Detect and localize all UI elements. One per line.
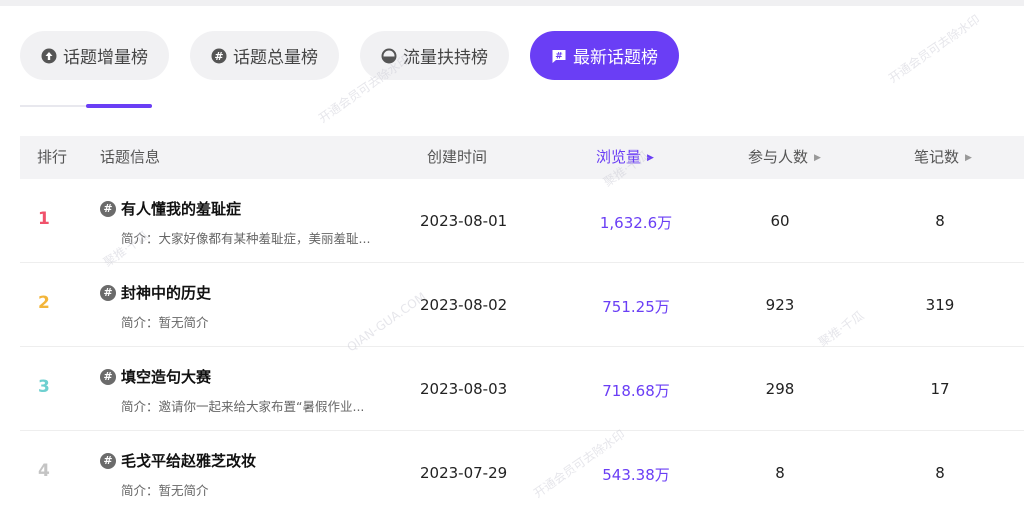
- participant-count: 8: [775, 464, 785, 482]
- view-count: 718.68万: [602, 382, 670, 400]
- hash-icon: #: [100, 452, 116, 469]
- created-date: 2023-08-02: [420, 296, 508, 314]
- note-count: 8: [935, 212, 945, 230]
- tab-label: 话题总量榜: [233, 48, 318, 68]
- participant-count: 60: [770, 212, 790, 230]
- header-notes[interactable]: 笔记数 ▶: [914, 136, 972, 179]
- header-views[interactable]: 浏览量 ▶: [596, 136, 654, 179]
- topic-title[interactable]: # 毛戈平给赵雅芝改妆: [100, 450, 256, 471]
- watermark-vip: 开通会员可去除水印: [886, 12, 983, 86]
- participant-count: 923: [765, 296, 795, 314]
- created-date: 2023-07-29: [420, 464, 508, 482]
- tab-topic-increment[interactable]: 话题增量榜: [20, 31, 169, 80]
- svg-text:#: #: [214, 50, 223, 63]
- view-count: 1,632.6万: [599, 214, 673, 232]
- tab-label: 流量扶持榜: [403, 48, 488, 68]
- tab-label: 最新话题榜: [573, 48, 658, 68]
- tab-traffic-support[interactable]: 流量扶持榜: [360, 31, 509, 80]
- note-count: 319: [925, 296, 955, 314]
- sort-arrow-icon: ▶: [647, 153, 654, 163]
- tab-label: 话题增量榜: [63, 48, 148, 68]
- header-created-time: 创建时间: [427, 148, 488, 166]
- hash-circle-icon: #: [211, 48, 227, 64]
- sort-arrow-icon: ▶: [814, 153, 821, 163]
- sort-arrow-icon: ▶: [965, 153, 972, 163]
- hash-icon: #: [100, 368, 116, 385]
- topic-title[interactable]: # 封神中的历史: [100, 282, 211, 303]
- topic-title-text: 有人懂我的羞耻症: [121, 200, 242, 218]
- rank-number: 1: [38, 209, 50, 229]
- hash-icon: #: [100, 284, 116, 301]
- topic-title-text: 填空造句大赛: [121, 368, 212, 386]
- topic-title-text: 封神中的历史: [121, 284, 212, 302]
- rank-number: 4: [38, 461, 50, 481]
- created-date: 2023-08-01: [420, 212, 508, 230]
- arrow-up-circle-icon: [41, 48, 57, 64]
- topic-description: 简介：暂无简介: [121, 315, 209, 330]
- topic-title[interactable]: # 填空造句大赛: [100, 366, 211, 387]
- ranking-tabs: 话题增量榜 # 话题总量榜 流量扶持榜 # 最新话题榜: [20, 31, 700, 80]
- rank-number: 2: [38, 293, 50, 313]
- tab-underline-active: [86, 104, 152, 108]
- table-row[interactable]: 3 # 填空造句大赛 简介：邀请你一起来给大家布置“暑假作业... 2023-08…: [20, 347, 1024, 431]
- topic-description: 简介：暂无简介: [121, 483, 209, 498]
- header-participants-label: 参与人数: [748, 148, 809, 166]
- note-count: 8: [935, 464, 945, 482]
- header-rank: 排行: [37, 148, 68, 166]
- table-header: 排行 话题信息 创建时间 浏览量 ▶ 参与人数 ▶ 笔记数 ▶: [20, 136, 1024, 179]
- table-row[interactable]: 2 # 封神中的历史 简介：暂无简介 2023-08-02 751.25万 923…: [20, 263, 1024, 347]
- header-notes-label: 笔记数: [914, 148, 960, 166]
- view-count: 751.25万: [602, 298, 670, 316]
- created-date: 2023-08-03: [420, 380, 508, 398]
- chat-hash-icon: #: [551, 48, 567, 64]
- table-row[interactable]: 1 # 有人懂我的羞耻症 简介：大家好像都有某种羞耻症，美丽羞耻... 2023-…: [20, 179, 1024, 263]
- view-count: 543.38万: [602, 466, 670, 484]
- tab-latest-topic[interactable]: # 最新话题榜: [530, 31, 679, 80]
- participant-count: 298: [765, 380, 795, 398]
- tab-topic-total[interactable]: # 话题总量榜: [190, 31, 339, 80]
- topic-title[interactable]: # 有人懂我的羞耻症: [100, 198, 241, 219]
- svg-text:#: #: [555, 51, 563, 61]
- topic-title-text: 毛戈平给赵雅芝改妆: [121, 452, 257, 470]
- table-row[interactable]: 4 # 毛戈平给赵雅芝改妆 简介：暂无简介 2023-07-29 543.38万 …: [20, 431, 1024, 513]
- header-participants[interactable]: 参与人数 ▶: [748, 136, 821, 179]
- header-views-label: 浏览量: [596, 148, 642, 166]
- top-bar: [0, 0, 1024, 6]
- rank-number: 3: [38, 377, 50, 397]
- topic-description: 简介：大家好像都有某种羞耻症，美丽羞耻...: [121, 231, 371, 246]
- half-circle-icon: [381, 48, 397, 64]
- header-topic-info: 话题信息: [100, 148, 161, 166]
- topic-description: 简介：邀请你一起来给大家布置“暑假作业...: [121, 399, 365, 414]
- note-count: 17: [930, 380, 950, 398]
- hash-icon: #: [100, 200, 116, 217]
